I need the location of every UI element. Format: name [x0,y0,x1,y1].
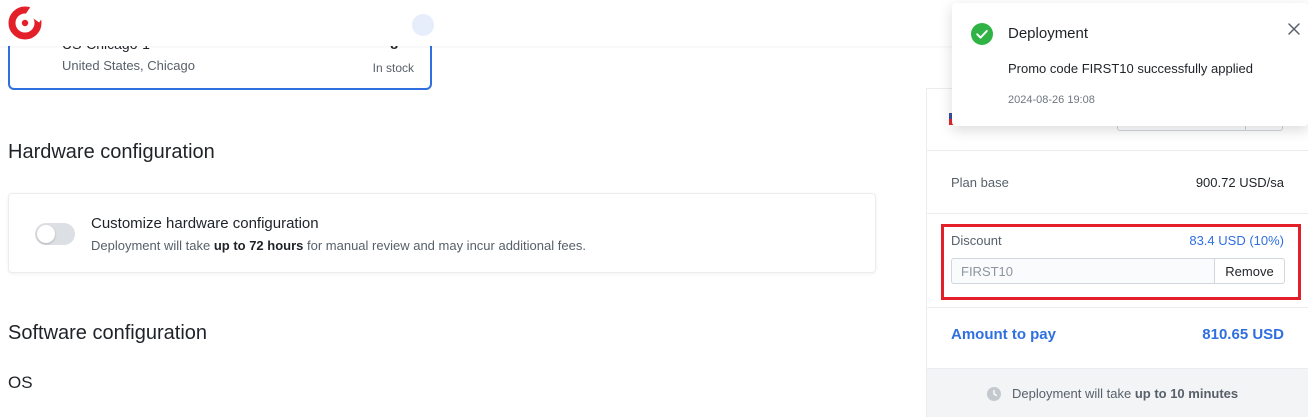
customize-hardware-card: Customize hardware configuration Deploym… [8,193,876,273]
page: US-Chicago-1 United States, Chicago 8 In… [0,0,1308,417]
toast-notification: Deployment Promo code FIRST10 successful… [952,3,1308,126]
deployment-time-text: Deployment will take up to 10 minutes [1012,386,1238,401]
header-avatar-icon [412,14,434,36]
toast-title: Deployment [1008,25,1089,42]
hardware-heading: Hardware configuration [8,141,215,163]
plan-base-value: 900.72 USD/sa [1195,175,1284,190]
customize-hardware-toggle[interactable] [35,223,75,245]
location-region: United States, Chicago [62,58,195,73]
os-label: OS [8,373,33,392]
footer-bold: up to 10 minutes [1134,386,1239,401]
discount-value: 83.4 USD (10%) [1189,233,1284,248]
divider [927,150,1308,151]
customize-hardware-title: Customize hardware configuration [91,215,319,232]
toast-message: Promo code FIRST10 successfully applied [1008,61,1253,76]
deployment-time-footer: Deployment will take up to 10 minutes [927,368,1308,417]
promo-code-input[interactable] [951,258,1215,284]
remove-promo-button[interactable]: Remove [1214,258,1285,284]
divider [927,213,1308,214]
discount-label: Discount [951,233,1002,248]
hw-desc-prefix: Deployment will take [91,238,214,253]
brand-logo-icon[interactable] [8,4,44,40]
amount-to-pay-value: 810.65 USD [1202,326,1284,343]
stock-status: In stock [372,61,414,75]
plan-base-label: Plan base [951,175,1009,190]
divider [927,307,1308,308]
check-circle-icon [971,23,993,45]
hw-desc-suffix: for manual review and may incur addition… [303,238,586,253]
software-heading: Software configuration [8,322,208,344]
toggle-knob [37,225,55,243]
clock-icon [987,387,1001,401]
customize-hardware-description: Deployment will take up to 72 hours for … [91,238,586,253]
discount-highlight: Discount 83.4 USD (10%) Remove [941,224,1301,300]
close-icon[interactable] [1286,21,1302,37]
hw-desc-bold: up to 72 hours [213,238,304,253]
order-summary: Plan base 900.72 USD/sa Discount 83.4 US… [926,88,1308,417]
toast-timestamp: 2024-08-26 19:08 [1008,94,1095,106]
footer-prefix: Deployment will take [1012,386,1135,401]
amount-to-pay-label: Amount to pay [951,326,1056,343]
